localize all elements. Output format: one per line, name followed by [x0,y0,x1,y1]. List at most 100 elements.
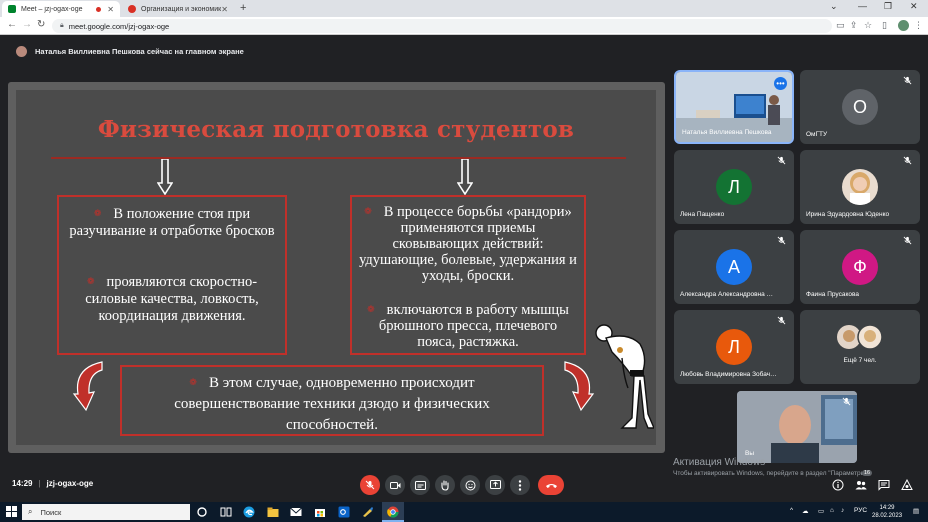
mic-muted-icon [903,156,912,165]
captions-button[interactable] [410,475,430,495]
more-participants-label: Ещё 7 чел. [843,357,877,364]
meeting-info: 14:29 | jzj-ogax-oge [12,479,94,488]
side-panel-icon[interactable]: ▯ [882,20,887,31]
network-icon[interactable]: ⌂ [830,507,834,514]
participant-avatar: Л [716,169,752,205]
left-box-para-2: ❁ проявляются скоростно-силовые качества,… [85,274,259,324]
camera-toggle-button[interactable] [385,475,405,495]
more-options-button[interactable] [510,475,530,495]
close-tab-icon[interactable]: ✕ [221,5,228,14]
participant-avatar: Ф [842,249,878,285]
emoji-icon [465,480,475,490]
judo-bow-figure-icon [595,324,654,429]
participant-name: Любовь Владимировна Зобач… [680,371,777,378]
windows-taskbar: ⌕ Поиск ^ ☁ ▭ ⌂ ♪ РУС 14:29 28.02.2023 ▤ [0,502,928,522]
taskbar-search-box[interactable]: ⌕ Поиск [22,504,190,520]
right-box-para-2: ❁ включаются в работу мышцы брюшного прес… [367,302,569,350]
menu-kebab-icon[interactable]: ⋮ [914,20,923,31]
reload-icon[interactable]: ↻ [37,19,45,30]
hang-up-icon [545,483,557,488]
participant-tile-alexandra[interactable]: А Александра Александровна … [674,230,794,304]
slide-title: Физическая подготовка студентов [97,116,575,143]
new-tab-button[interactable]: + [240,2,246,14]
mail-icon[interactable] [290,506,302,518]
profile-avatar[interactable] [898,20,909,31]
bookmark-star-icon[interactable]: ☆ [864,20,872,31]
windows-start-icon[interactable] [6,506,17,517]
share-icon[interactable]: ⇪ [850,20,858,31]
hand-icon [441,479,449,491]
mic-off-icon [365,480,375,490]
bottom-text-box: ❁ В этом случае, одновременно происходит … [120,365,544,436]
participant-tile-faina[interactable]: Ф Фаина Прусакова [800,230,920,304]
chrome-icon [387,506,399,518]
tab-title: Meet – jzj-ogax-oge [21,5,83,13]
presenter-avatar [16,45,27,57]
title-divider [51,157,626,159]
file-explorer-icon[interactable] [267,506,279,518]
volume-icon[interactable]: ♪ [841,507,844,514]
participant-name: Фаина Прусакова [806,291,859,298]
meeting-code: jzj-ogax-oge [46,479,94,488]
tab-title: Организация и экономика ФК… [141,5,222,13]
left-box-para-1: ❁ В положение стоя при разучивание и отра… [69,206,275,239]
browser-tab-strip: Meet – jzj-ogax-oge ✕ Организация и экон… [0,0,928,17]
url-text: meet.google.com/jzj-ogax-oge [68,21,170,31]
mic-toggle-button[interactable] [360,475,380,495]
notifications-icon[interactable]: ▤ [913,507,919,515]
mic-muted-icon [903,76,912,85]
camera-indicator-icon[interactable]: ▭ [836,20,845,31]
input-language[interactable]: РУС [854,507,867,514]
chrome-taskbar-button[interactable] [382,502,404,522]
chevron-down-icon[interactable]: ⌄ [830,1,838,12]
tab-meet[interactable]: Meet – jzj-ogax-oge ✕ [2,1,120,17]
tab-organization[interactable]: Организация и экономика ФК… ✕ [122,1,234,17]
edge-icon[interactable] [243,506,255,518]
close-window-icon[interactable]: ✕ [910,1,918,12]
url-field[interactable]: 🔒︎ meet.google.com/jzj-ogax-oge [52,19,832,33]
clock-date: 28.02.2023 [872,513,903,519]
close-tab-icon[interactable]: ✕ [107,5,114,14]
raise-hand-button[interactable] [435,475,455,495]
taskbar-clock[interactable]: 14:29 28.02.2023 [872,504,902,520]
self-view-tile[interactable]: Вы [737,391,857,463]
self-video [737,391,857,463]
curved-arrow-left-icon [72,361,103,412]
arrow-down-left-icon [157,159,173,195]
meet-control-bar: 14:29 | jzj-ogax-oge 16 [0,470,928,500]
present-button[interactable] [485,475,505,495]
sticky-app-icon[interactable] [362,506,374,518]
leave-call-button[interactable] [538,475,564,495]
tray-chevron-icon[interactable]: ^ [790,507,793,514]
reactions-button[interactable] [460,475,480,495]
cloud-icon[interactable]: ☁ [802,507,809,515]
mic-muted-icon [777,236,786,245]
forward-icon[interactable]: → [22,19,32,30]
more-participants-avatars [837,324,883,350]
participant-name: Александра Александровна … [680,291,774,298]
participant-tile-lyubov[interactable]: Л Любовь Владимировна Зобач… [674,310,794,384]
battery-icon[interactable]: ▭ [818,507,824,515]
activities-icon[interactable] [901,479,913,491]
participant-tile-more[interactable]: Ещё 7 чел. [800,310,920,384]
chat-icon[interactable] [878,479,890,491]
right-box-para-1: ❁ В процессе борьбы «рандори» применяются… [359,204,577,284]
back-icon[interactable]: ← [7,19,17,30]
meeting-details-icon[interactable] [832,479,844,491]
right-text-box: ❁ В процессе борьбы «рандори» применяются… [350,195,586,355]
restore-icon[interactable]: ❐ [884,1,892,12]
cortana-icon[interactable] [196,506,208,518]
task-view-icon[interactable] [220,506,232,518]
taskbar-search-placeholder: Поиск [40,507,62,517]
participant-tile-lena[interactable]: Л Лена Пащенко [674,150,794,224]
bullet-icon: ❁ [93,208,102,218]
outlook-icon[interactable] [338,506,350,518]
participant-tile-omgtu[interactable]: О ОмГТУ [800,70,920,144]
participant-avatar: Л [716,329,752,365]
participant-tile-speaker[interactable]: Наталья Виллиевна Пешкова ••• [674,70,794,144]
store-icon[interactable] [314,506,326,518]
people-icon[interactable] [855,479,867,491]
participant-name: Лена Пащенко [680,211,725,218]
participant-tile-irina[interactable]: Ирина Эдуардовна Юденко [800,150,920,224]
minimize-icon[interactable]: — [858,1,867,11]
